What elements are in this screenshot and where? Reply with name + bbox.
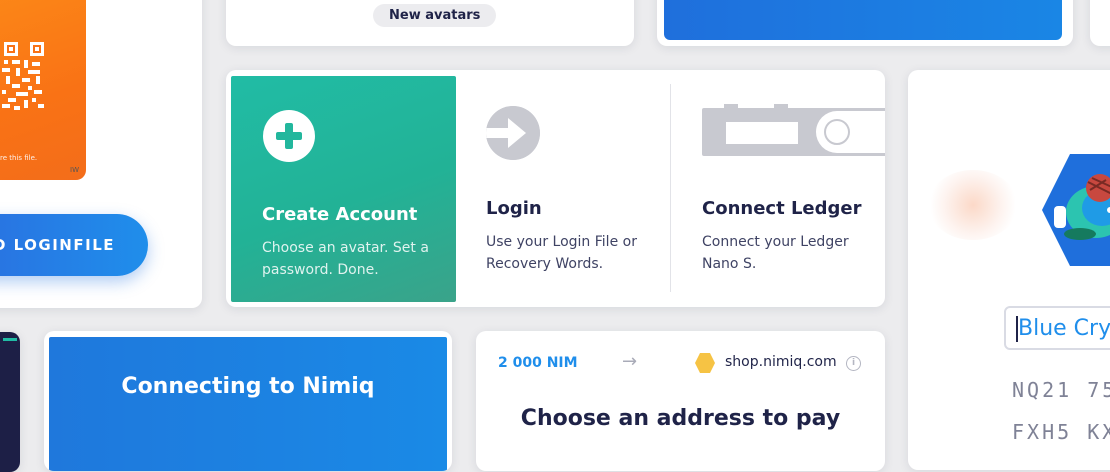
login-title: Login <box>486 198 542 219</box>
info-icon[interactable]: i <box>846 356 861 371</box>
create-account-option[interactable]: Create Account Choose an avatar. Set a p… <box>231 76 456 302</box>
network-status-card: Connecting to Nimiq <box>44 331 452 471</box>
network-status-text: Connecting to Nimiq <box>121 374 375 399</box>
identicon-card: NQ21 75 FXH5 KX <box>908 70 1110 470</box>
accent-bar <box>3 338 17 341</box>
create-account-title: Create Account <box>262 204 418 225</box>
address-line-2: FXH5 KX <box>1012 420 1110 444</box>
create-account-description: Choose an avatar. Set a password. Done. <box>262 240 429 278</box>
text-caret <box>1016 316 1018 342</box>
shop-hexagon-icon <box>695 353 715 373</box>
network-status-banner: Connecting to Nimiq <box>49 337 447 471</box>
qr-code-icon <box>2 42 44 110</box>
account-label-input[interactable] <box>1004 306 1110 350</box>
blurred-avatar-decoration <box>928 170 1018 240</box>
blue-strip-card <box>657 0 1073 46</box>
far-right-card <box>1090 0 1110 46</box>
payment-card: 2 000 NIM → shop.nimiq.com i Choose an a… <box>476 331 885 471</box>
avatar-card: New avatars <box>226 0 634 46</box>
ledger-device-icon <box>702 104 885 156</box>
onboarding-panel: Create Account Choose an avatar. Set a p… <box>226 70 885 307</box>
connect-ledger-description: Connect your Ledger Nano S. <box>702 234 849 272</box>
loginfile-preview: re this file. <box>0 0 86 180</box>
login-arrow-icon <box>486 106 540 160</box>
new-avatars-badge: New avatars <box>373 4 497 27</box>
payment-amount: 2 000 NIM <box>498 355 578 371</box>
loginfile-caption: re this file. <box>0 154 38 162</box>
shop-origin: shop.nimiq.com <box>725 354 837 370</box>
loginfile-card: re this file. IW AD LOGINFILE <box>0 0 202 308</box>
divider <box>670 84 671 292</box>
blue-banner <box>664 0 1062 40</box>
address-line-1: NQ21 75 <box>1012 378 1110 402</box>
download-loginfile-label: AD LOGINFILE <box>0 236 115 254</box>
plus-icon <box>263 110 315 162</box>
download-loginfile-button[interactable]: AD LOGINFILE <box>0 214 148 276</box>
dark-card <box>0 332 20 472</box>
identicon-icon <box>1042 154 1110 266</box>
payment-title: Choose an address to pay <box>520 406 841 431</box>
loginfile-badge: IW <box>70 166 79 174</box>
login-description: Use your Login File or Recovery Words. <box>486 234 637 272</box>
arrow-right-icon: → <box>622 351 638 372</box>
connect-ledger-title: Connect Ledger <box>702 198 862 219</box>
